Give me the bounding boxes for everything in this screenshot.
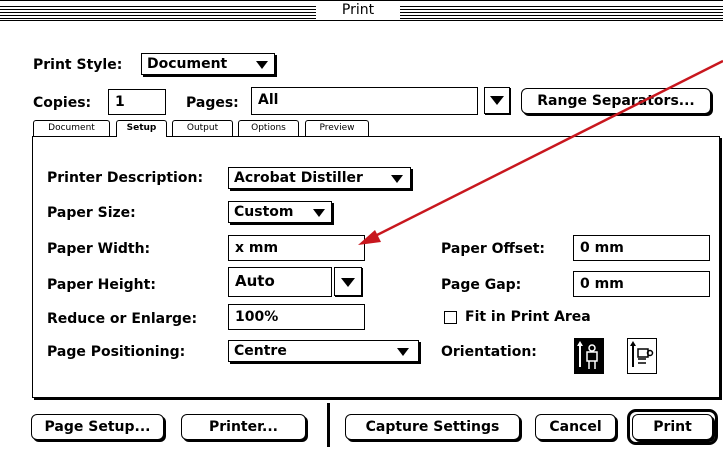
chevron-down-icon [397,348,409,356]
paper-size-value: Custom [234,204,294,220]
paper-size-label: Paper Size: [47,205,136,221]
fit-in-print-area-label: Fit in Print Area [465,309,591,325]
paper-height-input[interactable]: Auto [228,267,332,297]
paper-offset-label: Paper Offset: [441,241,545,257]
printer-description-value: Acrobat Distiller [234,170,363,186]
window-title: Print [316,1,400,20]
print-style-label: Print Style: [33,57,123,73]
tab-document[interactable]: Document [33,120,110,136]
paper-width-label: Paper Width: [47,241,151,257]
page-positioning-label: Page Positioning: [47,344,186,360]
pages-input[interactable]: All [251,87,478,115]
reduce-enlarge-input[interactable]: 100% [228,304,365,330]
landscape-icon [630,341,654,367]
page-positioning-value: Centre [234,343,287,359]
pages-label: Pages: [186,95,239,111]
print-style-popup[interactable]: Document [141,53,275,75]
print-dialog: Print Print Style: Document Copies: 1 Pa… [0,0,723,450]
tab-preview[interactable]: Preview [305,120,369,136]
portrait-icon [577,341,598,369]
orientation-label: Orientation: [441,344,537,360]
print-button[interactable]: Print [632,414,713,440]
paper-height-label: Paper Height: [47,277,156,293]
printer-button[interactable]: Printer... [181,414,306,440]
chevron-down-icon [490,96,504,105]
chevron-down-icon [256,61,268,69]
chevron-down-icon [313,209,325,217]
fit-in-print-area-checkbox[interactable] [444,311,457,324]
chevron-down-icon [341,278,355,287]
orientation-landscape-button[interactable] [627,338,657,374]
page-gap-input[interactable]: 0 mm [573,271,710,297]
button-divider [327,403,330,447]
capture-settings-button[interactable]: Capture Settings [345,414,520,440]
paper-offset-input[interactable]: 0 mm [573,235,710,261]
cancel-button[interactable]: Cancel [535,414,616,440]
page-setup-button[interactable]: Page Setup... [31,414,164,440]
printer-description-popup[interactable]: Acrobat Distiller [228,167,411,189]
chevron-down-icon [391,175,403,183]
range-separators-button[interactable]: Range Separators... [521,88,711,114]
tab-options[interactable]: Options [238,120,299,136]
paper-width-input[interactable]: x mm [228,235,365,261]
page-gap-label: Page Gap: [441,277,522,293]
reduce-enlarge-label: Reduce or Enlarge: [47,311,198,327]
print-style-value: Document [147,56,228,72]
orientation-portrait-button[interactable] [574,338,604,374]
paper-height-dropdown-button[interactable] [334,267,362,296]
tab-setup[interactable]: Setup [116,120,167,137]
title-bar[interactable]: Print [0,1,723,21]
tab-output[interactable]: Output [172,120,233,136]
copies-input[interactable]: 1 [108,89,166,115]
page-positioning-popup[interactable]: Centre [228,340,419,362]
paper-size-popup[interactable]: Custom [228,201,332,223]
pages-dropdown-button[interactable] [484,87,510,114]
copies-label: Copies: [33,95,92,111]
printer-description-label: Printer Description: [47,170,204,186]
